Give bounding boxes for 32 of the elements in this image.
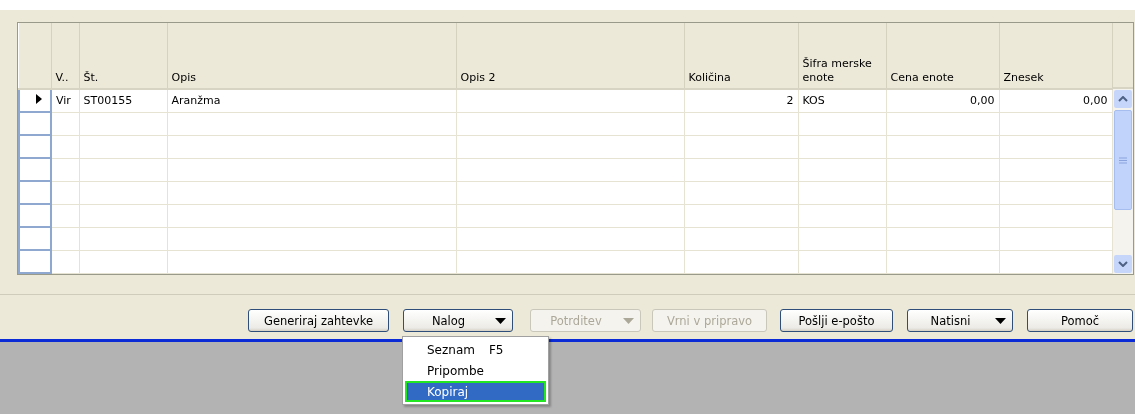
column-header[interactable]: V.. bbox=[51, 23, 79, 89]
table-cell: ST00155 bbox=[79, 89, 167, 112]
dropdown-button[interactable]: Nalog bbox=[403, 309, 513, 332]
menu-item[interactable]: Kopiraj bbox=[405, 381, 546, 402]
column-header[interactable]: Št. bbox=[79, 23, 167, 89]
menu-item[interactable]: Pripombe bbox=[405, 360, 546, 381]
dropdown-arrow-icon bbox=[623, 317, 634, 324]
command-button[interactable]: Generiraj zahtevke bbox=[248, 309, 389, 332]
menu-item[interactable]: Seznam F5 bbox=[405, 339, 546, 360]
table-cell: 0,00 bbox=[886, 89, 999, 112]
current-row-icon bbox=[36, 94, 42, 104]
column-header[interactable]: Količina bbox=[684, 23, 798, 89]
scrollbar-thumb[interactable] bbox=[1113, 110, 1132, 210]
dropdown-arrow-icon bbox=[995, 317, 1006, 324]
column-header[interactable]: Znesek bbox=[999, 23, 1112, 89]
table-cell: Vir bbox=[51, 89, 79, 112]
scroll-down-icon[interactable] bbox=[1113, 255, 1132, 273]
table-cell: Aranžma bbox=[167, 89, 456, 112]
column-header[interactable]: Cena enote bbox=[886, 23, 999, 89]
command-button[interactable]: Pošlji e-pošto bbox=[780, 309, 893, 332]
column-header[interactable]: Opis 2 bbox=[456, 23, 684, 89]
scroll-up-icon[interactable] bbox=[1113, 90, 1132, 108]
dropdown-button[interactable]: Natisni bbox=[907, 309, 1013, 332]
column-header[interactable]: Šifra merske enote bbox=[798, 23, 886, 89]
shortcut-label: F5 bbox=[488, 342, 504, 357]
column-header[interactable]: Opis bbox=[167, 23, 456, 89]
table-cell: KOS bbox=[798, 89, 886, 112]
table-cell: 2 bbox=[684, 89, 798, 112]
command-button[interactable]: Pomoč bbox=[1027, 309, 1133, 332]
row-selector[interactable] bbox=[19, 89, 51, 112]
table-cell: 0,00 bbox=[999, 89, 1112, 112]
dropdown-arrow-icon bbox=[495, 317, 506, 324]
